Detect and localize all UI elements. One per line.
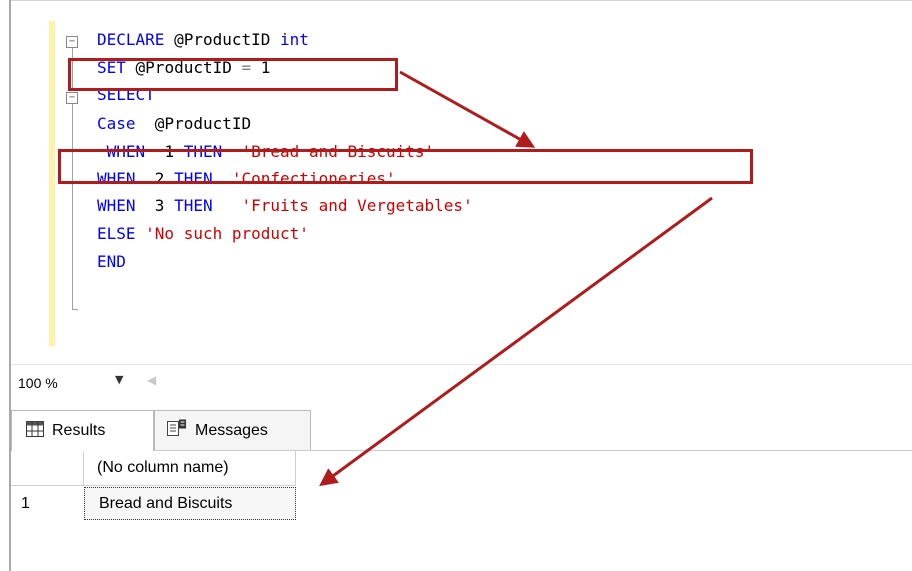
change-tracking-bar <box>49 21 55 346</box>
keyword: WHEN <box>97 196 136 215</box>
keyword: Case <box>97 114 136 133</box>
keyword: DECLARE <box>97 30 165 49</box>
code-line-8: ELSE 'No such product' <box>97 222 309 246</box>
row-number[interactable]: 1 <box>11 486 84 521</box>
fold-guide <box>72 104 73 309</box>
result-cell[interactable]: Bread and Biscuits <box>84 487 296 520</box>
code-line-4: Case @ProductID <box>97 112 251 136</box>
row-header-corner[interactable] <box>11 451 84 486</box>
tab-results-label: Results <box>52 422 106 439</box>
fold-end-tick <box>72 309 78 310</box>
highlight-when-clause <box>58 149 753 184</box>
results-tabs: Results Messages <box>11 410 912 451</box>
grid-icon <box>26 420 44 442</box>
number: 3 <box>135 196 165 215</box>
zoom-level[interactable]: 100 % <box>18 375 58 391</box>
code-line-7: WHEN 3 THEN 'Fruits and Vergetables' <box>97 194 473 218</box>
string-literal: 'Fruits and Vergetables' <box>212 196 473 215</box>
collapse-select-icon[interactable]: − <box>66 92 78 104</box>
code-line-9: END <box>97 250 126 274</box>
collapse-declare-icon[interactable]: − <box>66 36 78 48</box>
column-header[interactable]: (No column name) <box>84 451 296 486</box>
string-literal: 'No such product' <box>135 224 309 243</box>
messages-icon <box>167 419 187 442</box>
query-editor[interactable]: − − DECLARE @ProductID int SET @ProductI… <box>11 1 912 364</box>
tab-results[interactable]: Results <box>11 410 154 451</box>
scroll-left-icon[interactable]: ◀ <box>147 373 156 387</box>
highlight-set-statement <box>68 58 398 91</box>
chevron-down-icon[interactable]: ▼ <box>115 373 123 386</box>
variable: @ProductID <box>135 114 252 133</box>
variable: @ProductID <box>164 30 271 49</box>
type-keyword: int <box>270 30 309 49</box>
tab-messages[interactable]: Messages <box>154 410 311 450</box>
tab-messages-label: Messages <box>195 421 268 439</box>
keyword: THEN <box>164 196 213 215</box>
zoom-bar: 100 % ▼ ◀ <box>11 364 912 401</box>
keyword: ELSE <box>97 224 136 243</box>
keyword: END <box>97 252 126 271</box>
results-grid[interactable]: (No column name) 1 Bread and Biscuits <box>11 451 912 571</box>
code-line-1: DECLARE @ProductID int <box>97 28 309 52</box>
